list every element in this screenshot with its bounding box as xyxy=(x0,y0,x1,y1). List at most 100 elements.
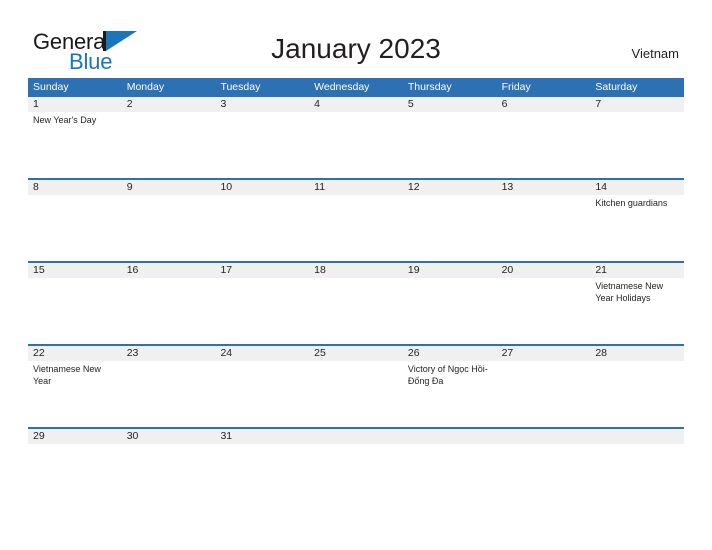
day-number: 14 xyxy=(595,181,607,193)
day-number: 16 xyxy=(126,264,139,276)
day-cell[interactable]: 2 xyxy=(122,97,216,178)
day-number: 27 xyxy=(501,347,514,359)
day-cell[interactable]: 24 xyxy=(215,346,309,427)
calendar-week-row: 22 Vietnamese New Year 23 24 25 26 Victo… xyxy=(28,344,684,427)
day-cell[interactable]: 10 xyxy=(215,180,309,261)
day-cell[interactable]: 15 xyxy=(28,263,122,344)
day-number: 1 xyxy=(33,98,39,110)
weekday-header-friday: Friday xyxy=(501,81,531,93)
day-event xyxy=(595,361,684,364)
day-cell[interactable]: 3 xyxy=(215,97,309,178)
day-cell[interactable]: 1 New Year's Day xyxy=(28,97,122,178)
weekday-header-row: Sunday Monday Tuesday Wednesday Thursday… xyxy=(28,78,684,97)
page-title: January 2023 xyxy=(271,33,441,64)
day-event: Vietnamese New Year xyxy=(33,364,101,386)
day-event xyxy=(502,361,591,364)
day-number: 30 xyxy=(126,430,139,442)
day-cell[interactable]: 9 xyxy=(122,180,216,261)
day-event xyxy=(33,195,122,198)
day-cell[interactable]: 8 xyxy=(28,180,122,261)
calendar-week-row: 8 9 10 11 12 13 14 Kitchen guardians xyxy=(28,178,684,261)
day-event xyxy=(220,361,309,364)
day-event xyxy=(220,195,309,198)
day-cell[interactable]: 27 xyxy=(497,346,591,427)
day-cell[interactable]: 13 xyxy=(497,180,591,261)
day-event xyxy=(502,278,591,281)
day-number: 22 xyxy=(33,347,45,359)
day-cell[interactable]: 7 xyxy=(590,97,684,178)
day-event xyxy=(127,195,216,198)
calendar-grid: Sunday Monday Tuesday Wednesday Thursday… xyxy=(28,78,684,459)
day-cell[interactable]: 4 xyxy=(309,97,403,178)
day-cell[interactable]: 14 Kitchen guardians xyxy=(590,180,684,261)
weekday-header-wednesday: Wednesday xyxy=(314,81,370,93)
day-number: 4 xyxy=(314,98,320,110)
day-event: Vietnamese New Year Holidays xyxy=(595,281,664,303)
day-event xyxy=(33,444,122,447)
day-cell-empty xyxy=(309,429,403,459)
day-event xyxy=(33,278,122,281)
day-cell[interactable]: 28 xyxy=(590,346,684,427)
day-cell[interactable]: 5 xyxy=(403,97,497,178)
day-number: 17 xyxy=(220,264,233,276)
day-number: 9 xyxy=(126,181,133,193)
day-number: 23 xyxy=(126,347,139,359)
weekday-header-tuesday: Tuesday xyxy=(220,81,261,93)
day-cell[interactable]: 16 xyxy=(122,263,216,344)
day-event xyxy=(502,195,591,198)
weekday-header-saturday: Saturday xyxy=(595,81,638,93)
day-event xyxy=(127,361,216,364)
day-cell[interactable]: 29 xyxy=(28,429,122,459)
day-number: 8 xyxy=(33,181,39,193)
day-cell[interactable]: 23 xyxy=(122,346,216,427)
day-event xyxy=(127,112,216,115)
day-number: 7 xyxy=(595,98,602,110)
day-number: 13 xyxy=(501,181,514,193)
day-cell-empty xyxy=(590,429,684,459)
day-number: 31 xyxy=(220,430,233,442)
day-number: 24 xyxy=(220,347,233,359)
day-event xyxy=(127,278,216,281)
day-number: 20 xyxy=(501,264,514,276)
day-number: 28 xyxy=(595,347,607,359)
day-cell-empty xyxy=(403,429,497,459)
day-event xyxy=(595,112,684,115)
day-cell[interactable]: 6 xyxy=(497,97,591,178)
day-cell[interactable]: 30 xyxy=(122,429,216,459)
day-event xyxy=(502,112,591,115)
day-number: 15 xyxy=(33,264,45,276)
day-cell[interactable]: 19 xyxy=(403,263,497,344)
day-cell[interactable]: 17 xyxy=(215,263,309,344)
day-cell[interactable]: 26 Victory of Ngọc Hồi-Đống Đa xyxy=(403,346,497,427)
day-cell[interactable]: 18 xyxy=(309,263,403,344)
day-number: 6 xyxy=(501,98,508,110)
day-event: Kitchen guardians xyxy=(595,198,668,208)
day-event: Victory of Ngọc Hồi-Đống Đa xyxy=(407,364,488,386)
day-number: 19 xyxy=(407,264,420,276)
day-cell[interactable]: 21 Vietnamese New Year Holidays xyxy=(590,263,684,344)
day-cell[interactable]: 12 xyxy=(403,180,497,261)
day-event xyxy=(408,278,497,281)
day-event xyxy=(314,278,403,281)
day-event xyxy=(220,278,309,281)
calendar-week-row: 29 30 31 xyxy=(28,427,684,459)
day-number: 5 xyxy=(407,98,414,110)
day-cell[interactable]: 25 xyxy=(309,346,403,427)
weekday-header-sunday: Sunday xyxy=(33,81,69,93)
day-event: New Year's Day xyxy=(33,115,97,125)
day-cell[interactable]: 11 xyxy=(309,180,403,261)
day-event xyxy=(220,112,309,115)
day-event xyxy=(408,195,497,198)
day-number: 26 xyxy=(407,347,420,359)
day-cell[interactable]: 22 Vietnamese New Year xyxy=(28,346,122,427)
calendar-week-row: 1 New Year's Day 2 3 4 5 6 7 xyxy=(28,97,684,178)
day-event xyxy=(220,444,309,447)
day-number: 10 xyxy=(220,181,233,193)
day-cell[interactable]: 31 xyxy=(215,429,309,459)
day-number: 12 xyxy=(407,181,420,193)
page-header: General Blue January 2023 Vietnam xyxy=(0,0,712,78)
day-cell[interactable]: 20 xyxy=(497,263,591,344)
day-number: 11 xyxy=(314,181,326,193)
day-number: 21 xyxy=(595,264,607,276)
calendar-page: General Blue January 2023 Vietnam Sunday… xyxy=(0,0,712,550)
